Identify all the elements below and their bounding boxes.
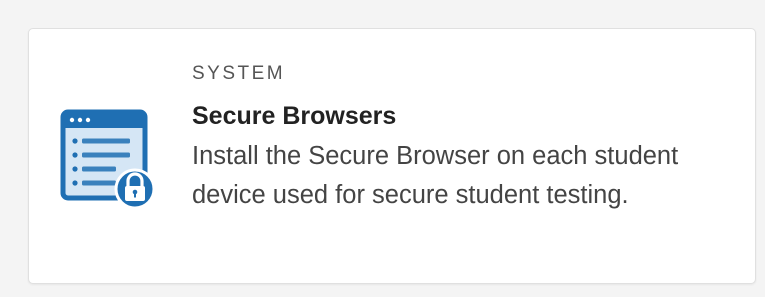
secure-browser-lock-icon — [60, 109, 160, 209]
card-title[interactable]: Secure Browsers — [192, 100, 732, 132]
card-content: SYSTEM Secure Browsers Install the Secur… — [192, 62, 732, 215]
secure-browsers-card[interactable]: SYSTEM Secure Browsers Install the Secur… — [28, 28, 756, 284]
card-category-label: SYSTEM — [192, 63, 286, 84]
card-description: Install the Secure Browser on each stude… — [192, 142, 679, 209]
